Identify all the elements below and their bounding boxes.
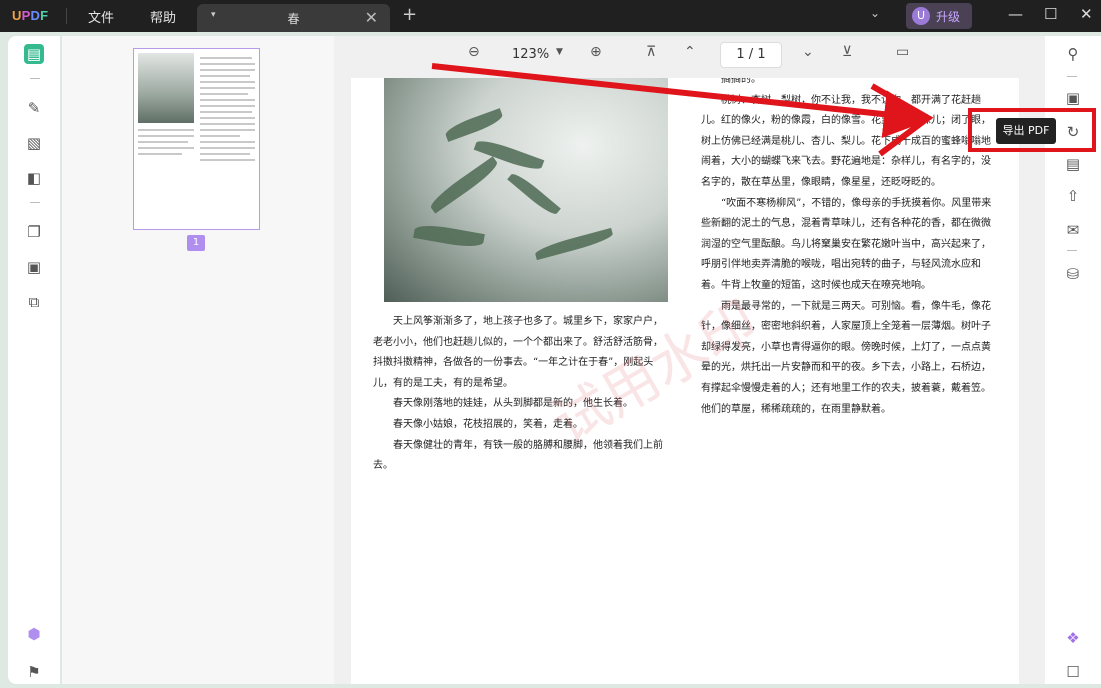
annotation-arrow — [431, 63, 934, 157]
